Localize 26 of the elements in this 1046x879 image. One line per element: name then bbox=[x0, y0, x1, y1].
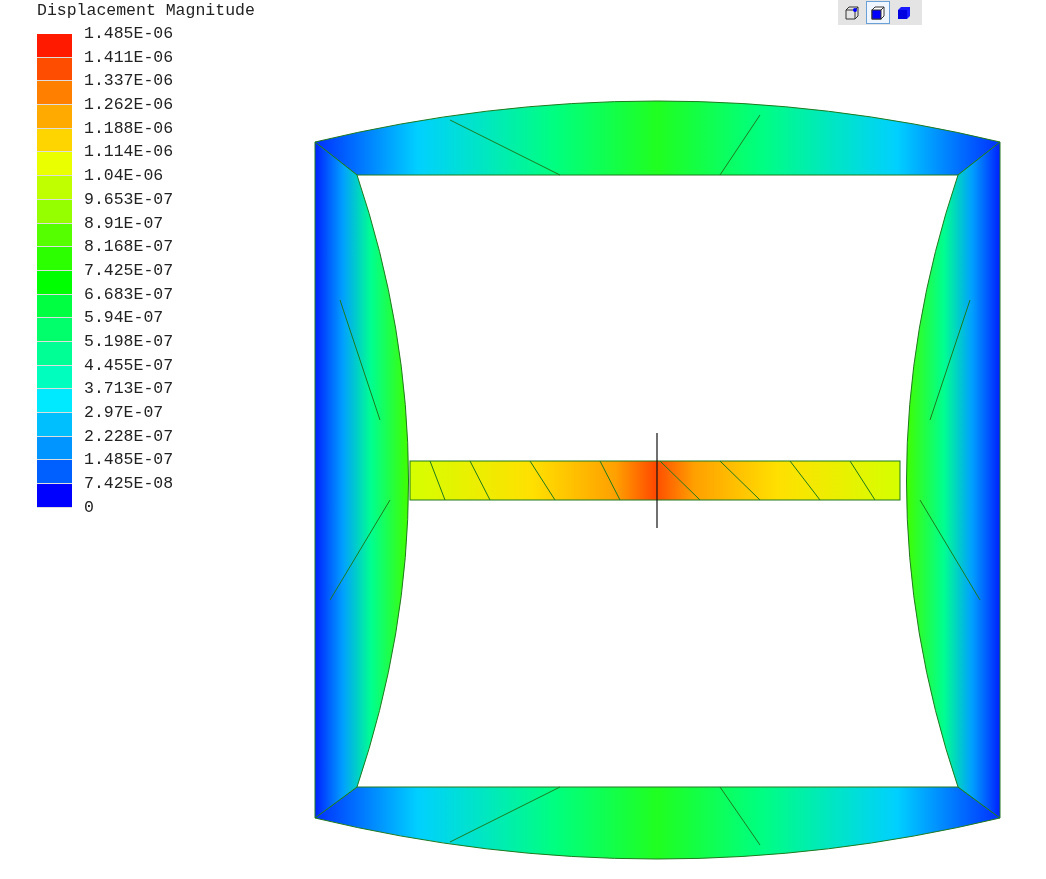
legend-value: 3.713E-07 bbox=[84, 378, 174, 401]
legend-value: 1.411E-06 bbox=[84, 46, 174, 69]
legend-value: 1.188E-06 bbox=[84, 117, 174, 140]
legend-value: 1.04E-06 bbox=[84, 165, 165, 188]
legend-value: 1.337E-06 bbox=[84, 70, 174, 93]
legend-title: Displacement Magnitude bbox=[37, 1, 256, 21]
legend-value: 8.168E-07 bbox=[84, 236, 174, 259]
legend-value: 0 bbox=[84, 496, 95, 519]
legend-value: 8.91E-07 bbox=[84, 212, 165, 235]
legend-value: 4.455E-07 bbox=[84, 354, 174, 377]
wireframe-cube-icon bbox=[844, 4, 860, 21]
legend-value: 1.485E-06 bbox=[84, 23, 174, 45]
legend-value: 5.198E-07 bbox=[84, 330, 174, 353]
legend-value: 7.425E-08 bbox=[84, 473, 174, 496]
legend-value: 2.97E-07 bbox=[84, 402, 165, 424]
legend-value: 5.94E-07 bbox=[84, 307, 165, 330]
view-mode-button[interactable] bbox=[866, 1, 890, 24]
legend-value: 2.228E-07 bbox=[84, 425, 174, 448]
legend-value: 1.262E-06 bbox=[84, 94, 174, 117]
legend-value: 1.114E-06 bbox=[84, 141, 174, 164]
legend-value: 9.653E-07 bbox=[84, 188, 174, 211]
solid-cube-icon bbox=[896, 4, 912, 21]
legend-value: 6.683E-07 bbox=[84, 283, 174, 306]
cube-icon bbox=[870, 4, 886, 21]
legend-value: 1.485E-07 bbox=[84, 449, 174, 472]
legend-value: 7.425E-07 bbox=[84, 259, 174, 282]
